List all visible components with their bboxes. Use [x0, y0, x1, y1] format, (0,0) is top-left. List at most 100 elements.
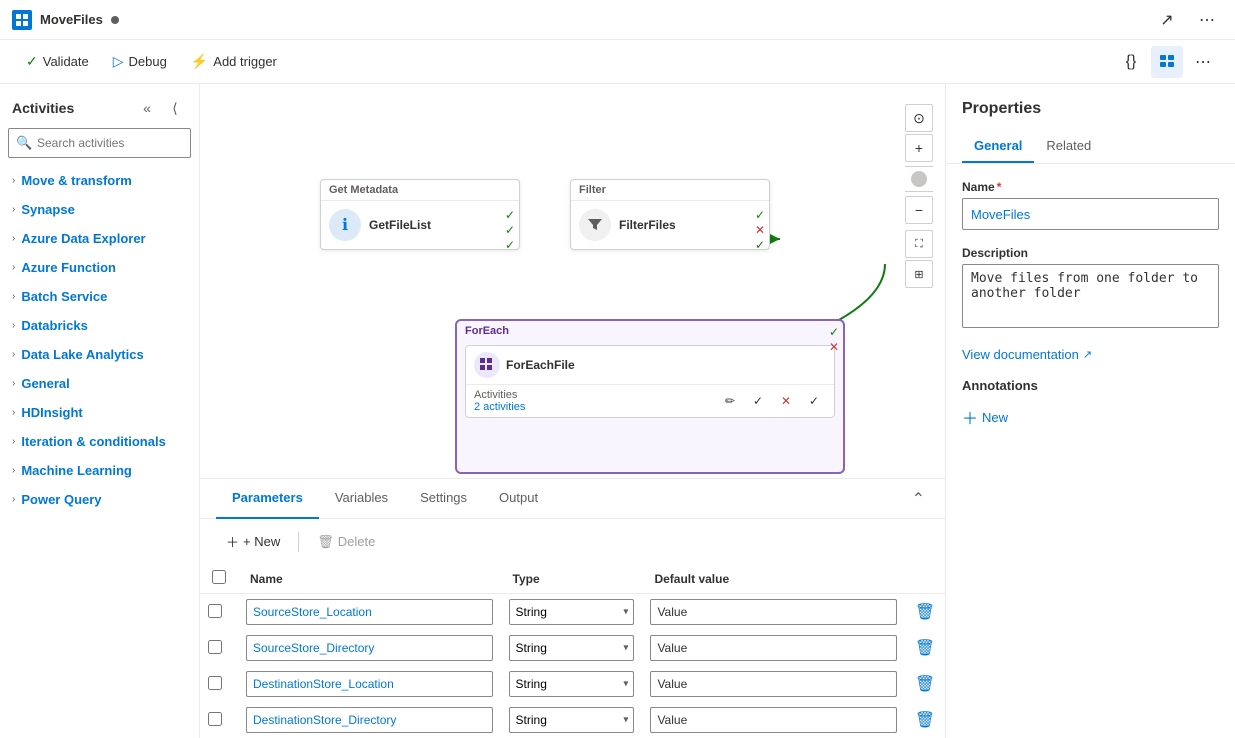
delete-foreach-button[interactable]: ✕ [774, 389, 798, 413]
delete-row-button[interactable]: 🗑 [913, 600, 937, 624]
sidebar-item-data-lake-analytics[interactable]: › Data Lake Analytics [0, 340, 199, 369]
foreach-inner[interactable]: ForEachFile ✓ ✕ Activities 2 activities … [465, 345, 835, 418]
properties-panel: Properties General Related Name * Descri… [945, 84, 1235, 738]
sidebar-item-hdinsight[interactable]: › HDInsight [0, 398, 199, 427]
view-docs-field: View documentation ↗ [962, 347, 1219, 362]
view-docs-link[interactable]: View documentation ↗ [962, 347, 1219, 362]
sidebar-item-power-query[interactable]: › Power Query [0, 485, 199, 514]
x-icon: ✕ [755, 223, 765, 237]
zoom-in-button[interactable]: + [905, 134, 933, 162]
more-options-icon[interactable]: ⋯ [1191, 4, 1223, 36]
param-value-input[interactable] [650, 599, 897, 625]
table-row: StringIntFloatBoolArrayObjectSecureStrin… [200, 666, 945, 702]
filter-node[interactable]: Filter FilterFiles ✓ ✕ ✓ [570, 179, 770, 250]
new-param-button[interactable]: ＋ + New [216, 527, 290, 556]
sidebar-item-move-transform[interactable]: › Move & transform [0, 166, 199, 195]
row-checkbox[interactable] [208, 640, 222, 654]
check-foreach-button[interactable]: ✓ [746, 389, 770, 413]
table-row: StringIntFloatBoolArrayObjectSecureStrin… [200, 630, 945, 666]
sidebar-item-batch-service[interactable]: › Batch Service [0, 282, 199, 311]
tab-parameters[interactable]: Parameters [216, 479, 319, 519]
code-view-button[interactable]: {} [1115, 46, 1147, 78]
sidebar-item-iteration-conditionals[interactable]: › Iteration & conditionals [0, 427, 199, 456]
zoom-out-button[interactable]: − [905, 196, 933, 224]
sidebar-item-azure-data-explorer[interactable]: › Azure Data Explorer [0, 224, 199, 253]
row-checkbox[interactable] [208, 604, 222, 618]
tab-settings[interactable]: Settings [404, 479, 483, 519]
get-metadata-icon: ℹ [329, 209, 361, 241]
check-icon: ✓ [755, 208, 765, 222]
expand-icon[interactable]: ↗ [1151, 4, 1183, 36]
sidebar-item-general[interactable]: › General [0, 369, 199, 398]
tab-variables[interactable]: Variables [319, 479, 404, 519]
search-icon: 🔍 [16, 135, 32, 151]
param-name-input[interactable] [246, 635, 493, 661]
split-view-button[interactable]: ⊞ [905, 260, 933, 288]
canvas-area[interactable]: Get Metadata ℹ GetFileList ✓ ✓ ✓ Filter [200, 84, 945, 478]
delete-row-button[interactable]: 🗑 [913, 708, 937, 732]
top-bar-actions: ↗ ⋯ [1151, 4, 1223, 36]
sidebar-item-label: Power Query [21, 492, 101, 507]
sidebar-item-databricks[interactable]: › Databricks [0, 311, 199, 340]
param-name-input[interactable] [246, 671, 493, 697]
foreach-header: ForEach [457, 321, 843, 341]
foreach-activities-row: Activities 2 activities ✏ ✓ ✕ ✓ [466, 384, 834, 417]
foreach-container[interactable]: ForEach ForEachFile ✓ ✕ [455, 319, 845, 474]
annotations-field: Annotations ＋ New [962, 378, 1219, 433]
collapse-icon[interactable]: « [135, 96, 159, 120]
param-type-select[interactable]: StringIntFloatBoolArrayObjectSecureStrin… [509, 707, 635, 733]
shrink-icon[interactable]: ⟨ [163, 96, 187, 120]
bottom-panel-tabs: Parameters Variables Settings Output ⌃ [200, 479, 945, 519]
toolbar-separator [298, 532, 299, 552]
tab-related[interactable]: Related [1034, 130, 1103, 163]
arrow-icon: › [12, 436, 15, 447]
param-value-input[interactable] [650, 707, 897, 733]
sidebar-item-azure-function[interactable]: › Azure Function [0, 253, 199, 282]
visual-view-button[interactable] [1151, 46, 1183, 78]
name-label: Name * [962, 180, 1219, 194]
add-trigger-button[interactable]: ⚡ Add trigger [181, 48, 287, 75]
more-foreach-button[interactable]: ✓ [802, 389, 826, 413]
get-metadata-node[interactable]: Get Metadata ℹ GetFileList ✓ ✓ ✓ [320, 179, 520, 250]
zoom-divider [905, 166, 933, 167]
description-input[interactable]: Move files from one folder to another fo… [962, 264, 1219, 328]
sidebar-item-label: Data Lake Analytics [21, 347, 143, 362]
fit-view-button[interactable]: ⛶ [905, 230, 933, 258]
check-icon: ✓ [755, 238, 765, 252]
name-input[interactable] [962, 198, 1219, 230]
delete-row-button[interactable]: 🗑 [913, 636, 937, 660]
debug-button[interactable]: ▷ Debug [103, 48, 177, 75]
tab-general[interactable]: General [962, 130, 1034, 163]
validate-button[interactable]: ✓ Validate [16, 48, 99, 75]
zoom-to-fit-button[interactable]: ⊙ [905, 104, 933, 132]
external-link-icon: ↗ [1083, 348, 1092, 361]
arrow-icon: › [12, 291, 15, 302]
trigger-icon: ⚡ [191, 53, 208, 70]
search-input[interactable] [8, 128, 191, 158]
toolbar-more-icon[interactable]: ⋯ [1187, 46, 1219, 78]
param-type-select[interactable]: StringIntFloatBoolArrayObjectSecureStrin… [509, 635, 635, 661]
sidebar-item-label: Azure Function [21, 260, 116, 275]
param-type-select[interactable]: StringIntFloatBoolArrayObjectSecureStrin… [509, 671, 635, 697]
param-value-input[interactable] [650, 671, 897, 697]
row-checkbox[interactable] [208, 676, 222, 690]
activities-label: Activities 2 activities [474, 389, 525, 413]
sidebar-item-machine-learning[interactable]: › Machine Learning [0, 456, 199, 485]
param-name-input[interactable] [246, 599, 493, 625]
delete-row-button[interactable]: 🗑 [913, 672, 937, 696]
collapse-bottom-icon[interactable]: ⌃ [908, 485, 929, 513]
row-checkbox[interactable] [208, 712, 222, 726]
trash-icon: 🗑 [317, 534, 334, 550]
param-name-input[interactable] [246, 707, 493, 733]
param-type-select[interactable]: StringIntFloatBoolArrayObjectSecureStrin… [509, 599, 635, 625]
param-value-input[interactable] [650, 635, 897, 661]
check-icon: ✓ [505, 238, 515, 252]
tab-output[interactable]: Output [483, 479, 554, 519]
select-all-checkbox[interactable] [212, 570, 226, 584]
new-annotation-button[interactable]: ＋ New [962, 401, 1008, 433]
delete-param-button[interactable]: 🗑 Delete [307, 529, 385, 555]
edit-foreach-button[interactable]: ✏ [718, 389, 742, 413]
sidebar-header-icons: « ⟨ [135, 96, 187, 120]
sidebar-item-synapse[interactable]: › Synapse [0, 195, 199, 224]
bottom-panel: Parameters Variables Settings Output ⌃ ＋… [200, 478, 945, 738]
